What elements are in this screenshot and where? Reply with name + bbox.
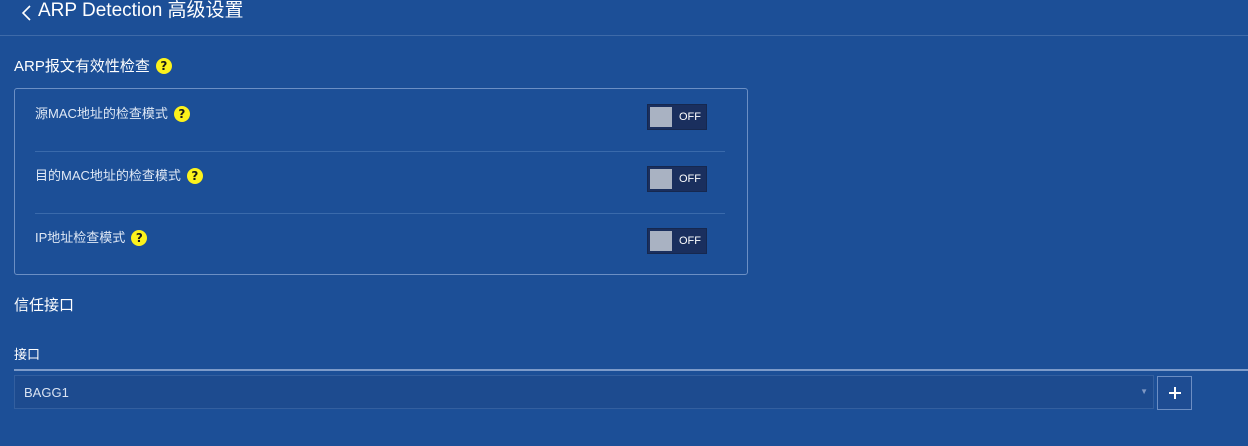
page-header: ARP Detection 高级设置 — [0, 0, 1248, 36]
check-row-dst-mac: 目的MAC地址的检查模式? OFF — [35, 151, 725, 214]
chevron-left-icon[interactable] — [20, 4, 34, 22]
interface-field-label: 接口 — [14, 347, 41, 362]
ip-check-toggle[interactable]: OFF — [647, 228, 707, 254]
toggle-state-text: OFF — [679, 111, 701, 123]
toggle-state-text: OFF — [679, 173, 701, 185]
plus-icon — [1169, 387, 1181, 399]
page-title: ARP Detection 高级设置 — [38, 0, 244, 21]
ip-check-label: IP地址检查模式? — [35, 229, 148, 247]
dst-mac-check-label: 目的MAC地址的检查模式? — [35, 167, 203, 185]
trusted-interface-section-title: 信任接口 — [14, 297, 75, 314]
toggle-state-text: OFF — [679, 235, 701, 247]
help-icon[interactable]: ? — [155, 57, 172, 74]
arp-check-panel: 源MAC地址的检查模式? OFF 目的MAC地址的检查模式? OFF IP地址检… — [14, 88, 748, 275]
check-row-ip: IP地址检查模式? OFF — [35, 213, 725, 275]
dst-mac-check-toggle[interactable]: OFF — [647, 166, 707, 192]
chevron-down-icon: ▼ — [1140, 387, 1148, 396]
ip-check-label-text: IP地址检查模式 — [35, 230, 126, 245]
dst-mac-check-label-text: 目的MAC地址的检查模式 — [35, 168, 181, 183]
src-mac-check-label: 源MAC地址的检查模式? — [35, 105, 190, 123]
toggle-knob — [650, 231, 672, 251]
src-mac-check-toggle[interactable]: OFF — [647, 104, 707, 130]
arp-check-title-text: ARP报文有效性检查 — [14, 58, 150, 75]
field-divider — [14, 369, 1248, 371]
add-interface-button[interactable] — [1157, 376, 1192, 410]
help-icon[interactable]: ? — [186, 167, 203, 184]
check-row-src-mac: 源MAC地址的检查模式? OFF — [35, 89, 725, 152]
src-mac-check-label-text: 源MAC地址的检查模式 — [35, 106, 168, 121]
interface-select[interactable]: BAGG1 ▼ — [14, 375, 1154, 409]
interface-select-value: BAGG1 — [24, 385, 69, 400]
help-icon[interactable]: ? — [173, 105, 190, 122]
help-icon[interactable]: ? — [131, 229, 148, 246]
toggle-knob — [650, 169, 672, 189]
arp-check-section-title: ARP报文有效性检查? — [14, 57, 172, 77]
toggle-knob — [650, 107, 672, 127]
